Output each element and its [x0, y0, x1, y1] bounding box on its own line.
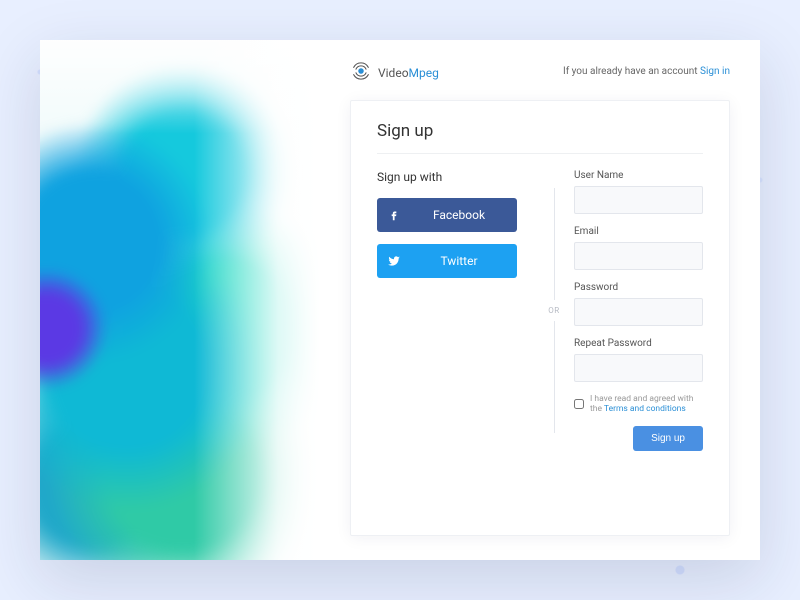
username-input[interactable]: [574, 186, 703, 214]
form-column: User Name Email Password Repeat Password: [566, 170, 703, 451]
social-label: Sign up with: [377, 170, 542, 184]
username-label: User Name: [574, 170, 703, 181]
brand-text-1: Video: [378, 66, 409, 80]
terms-link[interactable]: Terms and conditions: [604, 404, 686, 414]
signup-window: VideoMpeg If you already have an account…: [40, 40, 760, 560]
or-label: OR: [548, 300, 559, 321]
repeat-password-input[interactable]: [574, 354, 703, 382]
twitter-icon: [377, 254, 411, 268]
password-input[interactable]: [574, 298, 703, 326]
social-column: Sign up with Facebook Twitter: [377, 170, 542, 451]
facebook-button[interactable]: Facebook: [377, 198, 517, 232]
signup-card: Sign up Sign up with Facebook Twitt: [350, 100, 730, 536]
brand-text-2: Mpeg: [409, 66, 439, 80]
facebook-icon: [377, 208, 411, 222]
twitter-button[interactable]: Twitter: [377, 244, 517, 278]
terms-row: I have read and agreed with the Terms an…: [574, 394, 703, 414]
card-title: Sign up: [377, 121, 703, 154]
hero-image: [40, 40, 320, 560]
repeat-password-label: Repeat Password: [574, 338, 703, 349]
signup-button[interactable]: Sign up: [633, 426, 703, 451]
twitter-label: Twitter: [411, 254, 517, 268]
or-divider: OR: [542, 170, 566, 451]
facebook-label: Facebook: [411, 208, 517, 222]
signin-text: If you already have an account: [563, 66, 700, 77]
brand-logo[interactable]: VideoMpeg: [350, 60, 439, 82]
topbar: VideoMpeg If you already have an account…: [350, 60, 730, 82]
signin-link[interactable]: Sign in: [700, 66, 730, 77]
terms-checkbox[interactable]: [574, 399, 584, 409]
email-label: Email: [574, 226, 703, 237]
password-label: Password: [574, 282, 703, 293]
logo-icon: [350, 60, 372, 82]
email-input[interactable]: [574, 242, 703, 270]
main-panel: VideoMpeg If you already have an account…: [320, 40, 760, 560]
signin-prompt: If you already have an account Sign in: [563, 66, 730, 77]
